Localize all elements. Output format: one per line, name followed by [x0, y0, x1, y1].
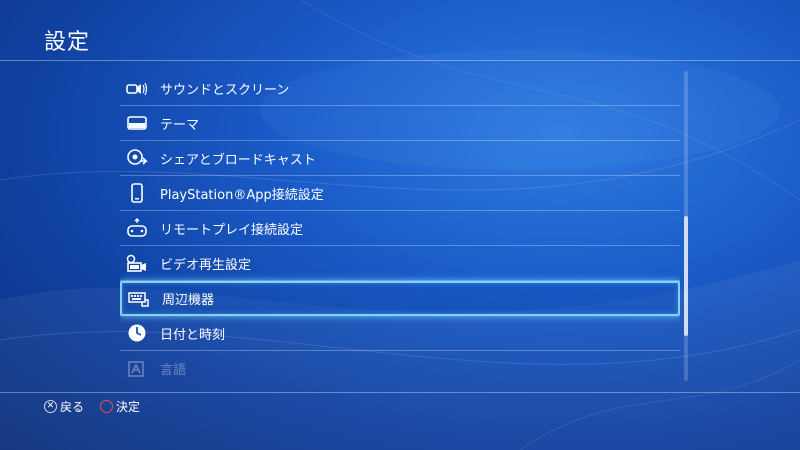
menu-item-label: サウンドとスクリーン: [160, 82, 290, 98]
menu-item-peripherals[interactable]: 周辺機器: [120, 281, 680, 316]
cross-button-icon: ✕: [44, 400, 57, 413]
remote-play-icon: [126, 217, 148, 239]
menu-item-label: ビデオ再生設定: [160, 257, 252, 273]
menu-item-share-broadcast[interactable]: シェアとブロードキャスト: [120, 141, 680, 176]
video-icon: [126, 252, 148, 274]
smartphone-icon: [126, 182, 148, 204]
menu-item-label: 周辺機器: [162, 293, 215, 308]
scrollbar-thumb[interactable]: [684, 216, 688, 336]
language-icon: [126, 358, 148, 380]
header-divider: [0, 60, 800, 61]
share-icon: [126, 147, 148, 169]
menu-item-sound-screen[interactable]: サウンドとスクリーン: [120, 71, 680, 106]
menu-item-date-time[interactable]: 日付と時刻: [120, 316, 680, 351]
button-hints: ✕ 戻る 決定: [44, 398, 156, 415]
menu-item-playstation-app[interactable]: PlayStation®App接続設定: [120, 176, 680, 211]
settings-menu: サウンドとスクリーン テーマ シェアとブロードキャスト PlayStation®…: [120, 71, 680, 381]
back-label: 戻る: [60, 400, 85, 414]
speaker-screen-icon: [126, 77, 148, 99]
menu-item-label: シェアとブロードキャスト: [160, 152, 316, 168]
scrollbar[interactable]: [684, 71, 688, 381]
confirm-label: 決定: [116, 400, 141, 414]
menu-item-label: 言語: [160, 363, 187, 378]
circle-button-icon: [100, 400, 114, 413]
menu-item-theme[interactable]: テーマ: [120, 106, 680, 141]
menu-item-language[interactable]: 言語: [120, 351, 680, 381]
menu-item-label: テーマ: [160, 117, 200, 133]
keyboard-icon: [128, 288, 150, 310]
menu-item-label: リモートプレイ接続設定: [160, 222, 304, 238]
menu-item-label: 日付と時刻: [160, 327, 226, 343]
menu-item-remote-play[interactable]: リモートプレイ接続設定: [120, 211, 680, 246]
footer-divider: [0, 392, 800, 393]
back-hint[interactable]: ✕ 戻る: [44, 398, 84, 415]
confirm-hint[interactable]: 決定: [100, 398, 140, 415]
menu-item-video-playback[interactable]: ビデオ再生設定: [120, 246, 680, 281]
menu-item-label: PlayStation®App接続設定: [160, 187, 324, 203]
theme-icon: [126, 112, 148, 134]
clock-icon: [126, 322, 148, 344]
page-title: 設定: [44, 30, 91, 55]
